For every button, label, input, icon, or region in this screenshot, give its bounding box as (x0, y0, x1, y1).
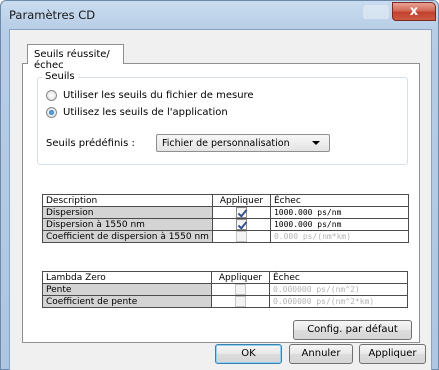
cancel-button[interactable]: Annuler (289, 344, 353, 364)
column-header-apply: Appliquer (211, 194, 271, 207)
title-bar[interactable]: Paramètres CD x (1, 1, 438, 29)
tab-panel: Utiliser les seuils du fichier de mesure… (22, 63, 420, 343)
tab-seuils[interactable]: Seuils réussite/échec (27, 44, 124, 71)
fail-value[interactable]: 1000.000 ps/nm (269, 218, 409, 231)
preset-thresholds-select[interactable]: Fichier de personnalisation (156, 134, 330, 152)
default-config-button[interactable]: Config. par défaut (293, 320, 412, 340)
column-header-fail: Échec (269, 271, 408, 284)
radio-measure-file-label: Utiliser les seuils du fichier de mesure (63, 90, 254, 101)
row-description: Dispersion (42, 206, 213, 219)
table-row: Coefficient de dispersion à 1550 nm 0.00… (42, 230, 409, 243)
row-description: Coefficient de pente (42, 295, 212, 308)
close-button[interactable]: x (392, 2, 436, 21)
apply-checkbox[interactable] (235, 296, 246, 307)
ok-button[interactable]: OK (215, 344, 282, 364)
dialog-client-area: Seuils réussite/échec Utiliser les seuil… (9, 29, 432, 370)
window-title: Paramètres CD (9, 8, 96, 22)
fail-value: 0.000000 ps/(nm^2) (269, 283, 408, 296)
row-description: Pente (42, 283, 212, 296)
seuils-group-legend: Seuils (42, 71, 78, 82)
chevron-down-icon (312, 141, 320, 145)
table-row: Coefficient de pente 0.000000 ps/(nm^2*k… (42, 295, 408, 308)
apply-cell (211, 283, 270, 296)
column-header-apply: Appliquer (211, 271, 270, 284)
radio-measure-file-icon[interactable] (46, 90, 57, 101)
row-description: Dispersion à 1550 nm (42, 218, 213, 231)
dialog-window: Paramètres CD x Seuils réussite/échec Ut… (0, 0, 439, 370)
apply-cell (211, 295, 270, 308)
dispersion-table: Description Appliquer Échec Dispersion 1… (42, 194, 409, 243)
apply-checkbox[interactable] (235, 219, 247, 230)
seuils-group: Utiliser les seuils du fichier de mesure… (37, 77, 408, 165)
radio-measure-file-thresholds[interactable]: Utiliser les seuils du fichier de mesure (46, 90, 254, 101)
table-row: Dispersion 1000.000 ps/nm (42, 206, 409, 219)
lambda-zero-table: Lambda Zero Appliquer Échec Pente 0.0000… (42, 271, 408, 308)
apply-cell (211, 230, 271, 243)
table-header-row: Description Appliquer Échec (42, 194, 409, 207)
radio-application-label: Utilisez les seuils de l'application (63, 107, 228, 118)
table-row: Pente 0.000000 ps/(nm^2) (42, 283, 408, 296)
column-header-description: Description (42, 194, 213, 207)
table-header-row: Lambda Zero Appliquer Échec (42, 271, 408, 284)
apply-cell (211, 206, 271, 219)
fail-value: 0.000 ps/(nm*km) (269, 230, 409, 243)
fail-value: 0.000000 ps/(nm^2*km) (269, 295, 408, 308)
apply-checkbox[interactable] (235, 231, 247, 242)
preset-thresholds-value: Fichier de personnalisation (162, 138, 290, 149)
apply-cell (211, 218, 271, 231)
radio-application-icon[interactable] (46, 107, 57, 118)
column-header-lambda-zero: Lambda Zero (42, 271, 212, 284)
radio-application-thresholds[interactable]: Utilisez les seuils de l'application (46, 107, 228, 118)
titlebar-decoration (363, 5, 389, 19)
column-header-fail: Échec (269, 194, 409, 207)
table-row: Dispersion à 1550 nm 1000.000 ps/nm (42, 218, 409, 231)
row-description: Coefficient de dispersion à 1550 nm (42, 230, 213, 243)
fail-value[interactable]: 1000.000 ps/nm (269, 206, 409, 219)
apply-button[interactable]: Appliquer (359, 344, 426, 364)
apply-checkbox[interactable] (235, 207, 247, 218)
apply-checkbox[interactable] (235, 284, 246, 295)
preset-thresholds-label: Seuils prédéfinis : (46, 138, 135, 149)
